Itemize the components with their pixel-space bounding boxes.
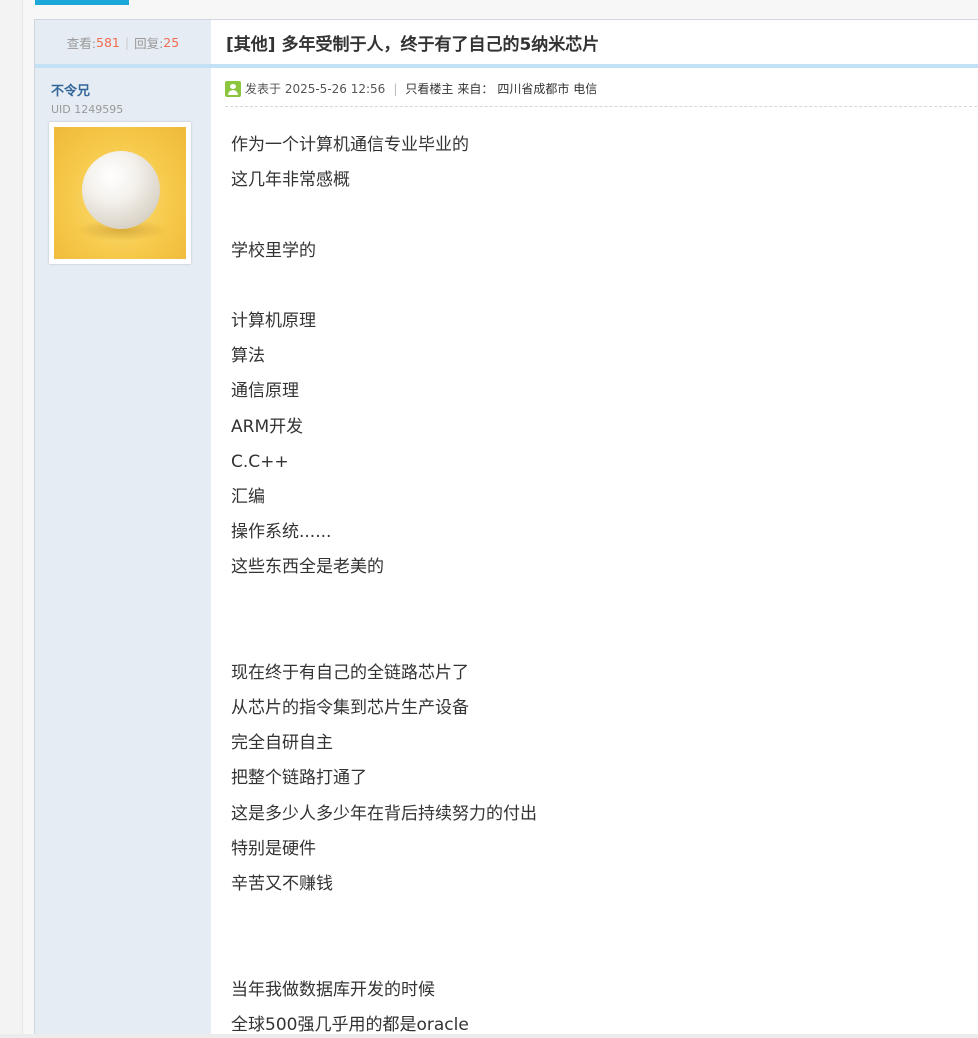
post-text-line: 操作系统......	[231, 522, 332, 543]
thread-header: 查看: 581 | 回复: 25 [其他] 多年受制于人，终于有了自己的5纳米芯…	[35, 20, 978, 64]
post-text-line	[231, 585, 971, 620]
post-date: 发表于 2025-5-26 12:56	[245, 82, 386, 96]
post-text-line: C.C++	[231, 451, 289, 472]
post-text-line: 这几年非常感概	[231, 170, 350, 191]
post-text-line	[231, 198, 971, 233]
post-text-line	[231, 269, 971, 304]
post-text-line: 完全自研自主	[231, 733, 333, 754]
post-text-line: 通信原理	[231, 381, 299, 402]
thread-title-cell: [其他] 多年受制于人，终于有了自己的5纳米芯片	[211, 20, 978, 64]
left-gutter	[0, 0, 23, 1038]
post-text-line	[231, 621, 971, 656]
post-text-line: 这是多少人多少年在背后持续努力的付出	[231, 803, 537, 824]
replies-label: 回复:	[134, 35, 164, 51]
post-meta: 发表于 2025-5-26 12:56 | 只看楼主 来自： 四川省成都市 电信	[225, 80, 977, 107]
author-uid: UID 1249595	[51, 103, 124, 116]
avatar-ball-image	[54, 127, 186, 259]
author-sidebar: 不令兄 UID 1249595	[35, 68, 211, 1038]
post-text-line: 计算机原理	[231, 310, 316, 331]
post-text-line: 汇编	[231, 486, 265, 507]
only-author-link[interactable]: 只看楼主	[405, 80, 453, 98]
views-label: 查看:	[66, 35, 96, 51]
post-text-line	[231, 902, 971, 937]
active-tab-indicator[interactable]	[35, 0, 129, 5]
user-online-icon	[225, 81, 241, 97]
thread-title: [其他] 多年受制于人，终于有了自己的5纳米芯片	[226, 34, 600, 55]
forum-thread-page: 查看: 581 | 回复: 25 [其他] 多年受制于人，终于有了自己的5纳米芯…	[0, 0, 978, 1038]
post-text-line: 作为一个计算机通信专业毕业的	[231, 135, 469, 155]
post-text-line: 现在终于有自己的全链路芯片了	[231, 662, 469, 683]
post-text-line: 辛苦又不赚钱	[231, 873, 333, 894]
from-label: 来自：	[457, 82, 494, 96]
replies-count: 25	[163, 34, 180, 50]
meta-separator: |	[393, 82, 398, 96]
post-text-line: 学校里学的	[231, 240, 316, 261]
post-text-line: 从芯片的指令集到芯片生产设备	[231, 698, 469, 718]
post-text-line: 这些东西全是老美的	[231, 557, 384, 578]
post-text-line: 算法	[231, 346, 265, 367]
post-text-line	[231, 937, 971, 972]
views-count: 581	[96, 34, 120, 50]
bottom-strip	[0, 1034, 978, 1038]
from-location: 四川省成都市 电信	[497, 82, 598, 96]
post-text-line: ARM开发	[231, 416, 304, 437]
post-text-line: 把整个链路打通了	[231, 768, 367, 789]
thread-container: 查看: 581 | 回复: 25 [其他] 多年受制于人，终于有了自己的5纳米芯…	[34, 19, 978, 1038]
author-name-link[interactable]: 不令兄	[51, 80, 90, 99]
post-body: 作为一个计算机通信专业毕业的 这几年非常感概 学校里学的计算机原理算法通信原理 ARM…	[231, 128, 971, 1038]
thread-stats: 查看: 581 | 回复: 25	[35, 20, 211, 64]
post-content: 发表于 2025-5-26 12:56 | 只看楼主 来自： 四川省成都市 电信…	[211, 68, 978, 1038]
post-text-line: 当年我做数据库开发的时候	[231, 979, 435, 1000]
post-text-line: 特别是硬件	[231, 838, 316, 859]
avatar[interactable]	[49, 122, 191, 264]
stats-separator: |	[124, 34, 130, 50]
